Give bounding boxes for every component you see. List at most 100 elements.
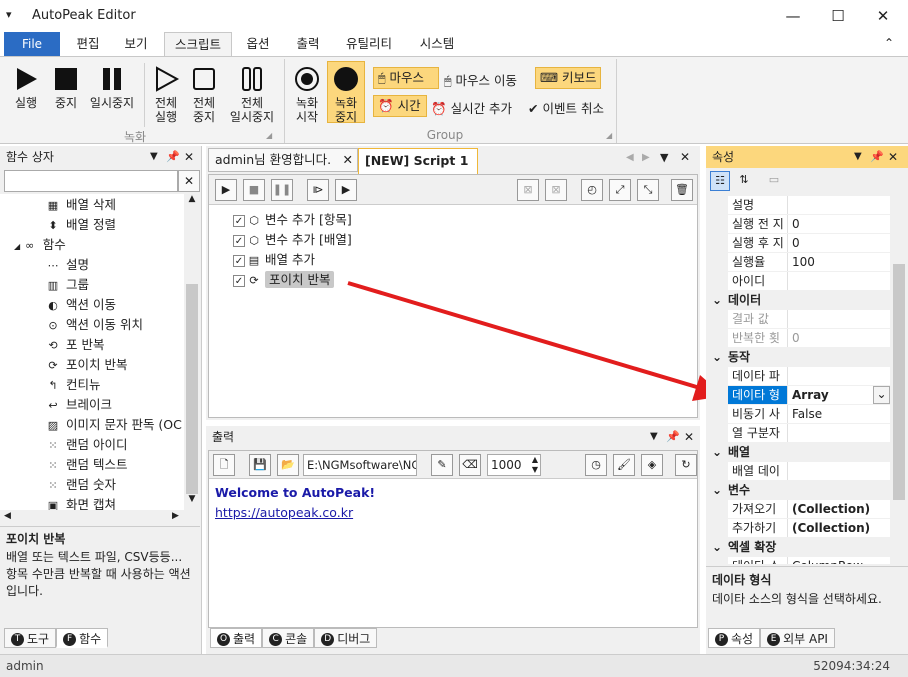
category-name: 동작 — [728, 350, 751, 364]
property-row[interactable]: 반복한 횟0 — [706, 329, 890, 348]
category-collapse-icon[interactable]: ⌄ — [706, 291, 728, 309]
status-bar: admin 52094:34:24 — [0, 654, 908, 677]
property-value[interactable]: (Collection) — [788, 519, 870, 537]
right-bottom-tabs: P 속성 E 외부 API — [708, 628, 835, 648]
property-grid: 설명 실행 전 지 0 실행 후 지 0 실행율 100 아이디 ⌄ 데이터 결과 값 반복한 횟 0 ⌄… — [706, 196, 890, 564]
property-value[interactable]: 100 — [788, 253, 815, 271]
properties-title: 속성 — [712, 150, 735, 164]
properties-tab-icon: P — [715, 633, 728, 646]
eraser-icon[interactable]: ⌫ — [459, 454, 481, 476]
property-category[interactable]: ⌄ 동작 — [706, 348, 890, 367]
property-category[interactable]: ⌄ 변수 — [706, 481, 890, 500]
category-name: 엑셀 확장 — [728, 540, 777, 554]
property-row[interactable]: 실행 후 지0 — [706, 234, 890, 253]
property-name: 실행율 — [728, 253, 788, 271]
property-row[interactable]: 데이타 파 — [706, 367, 890, 386]
property-name: 데이타 형 — [728, 386, 788, 404]
open-folder-icon[interactable]: 📂 — [277, 454, 299, 476]
property-description: 데이타 형식 데이타 소스의 형식을 선택하세요. — [706, 566, 908, 626]
property-value[interactable]: 0 — [788, 234, 800, 252]
property-category[interactable]: ⌄ 데이터 — [706, 291, 890, 310]
property-row[interactable]: 결과 값 — [706, 310, 890, 329]
property-value[interactable]: 0 — [788, 329, 800, 347]
alphabetical-icon[interactable]: ⇅ — [734, 171, 754, 191]
category-name: 데이터 — [728, 293, 762, 307]
properties-tab-label: 속성 — [731, 632, 754, 646]
property-scrollbar[interactable] — [890, 196, 908, 564]
close-panel-icon[interactable]: ✕ — [888, 146, 898, 168]
value-dropdown-icon[interactable]: ⌄ — [873, 386, 890, 404]
categorized-icon[interactable]: ☷ — [710, 171, 730, 191]
property-name: 데이타 소 — [728, 557, 788, 564]
property-name: 반복한 횟 — [728, 329, 788, 347]
output-body: 🗋 💾 📂 E:\NGMsoftware\NG ✎ ⌫ 1000 ▲ ▼ ◷ 🖌 ◈… — [208, 450, 698, 628]
dropdown-icon[interactable]: ▼ — [854, 146, 862, 168]
property-value[interactable]: False — [788, 405, 822, 423]
save-icon[interactable]: 💾 — [249, 454, 271, 476]
tab-output-log[interactable]: O 출력 — [210, 628, 263, 648]
properties-toolbar: ☷ ⇅ ▭ — [706, 168, 908, 194]
category-collapse-icon[interactable]: ⌄ — [706, 481, 728, 499]
property-row[interactable]: 실행율 100 — [706, 253, 890, 272]
tab-external-api[interactable]: E 외부 API — [760, 628, 835, 648]
property-value[interactable]: 0 — [788, 215, 800, 233]
property-row[interactable]: 데이타 형 Array ⌄ — [706, 386, 890, 405]
debug-tab-icon: D — [321, 633, 335, 646]
output-title: 출력 — [212, 430, 235, 444]
property-name: 비동기 사 — [728, 405, 788, 423]
property-row[interactable]: 추가하기 (Collection) — [706, 519, 890, 538]
output-toolbar: 🗋 💾 📂 E:\NGMsoftware\NG ✎ ⌫ 1000 ▲ ▼ ◷ 🖌 ◈… — [209, 451, 697, 479]
property-row[interactable]: 배열 데이 — [706, 462, 890, 481]
external-api-tab-icon: E — [767, 633, 781, 646]
new-log-icon[interactable]: 🗋 — [213, 454, 235, 476]
brush-icon[interactable]: 🖌 — [613, 454, 635, 476]
category-collapse-icon[interactable]: ⌄ — [706, 538, 728, 556]
path-field[interactable]: E:\NGMsoftware\NG — [303, 454, 417, 476]
output-tab-label: 출력 — [233, 632, 256, 646]
console-tab-label: 콘솔 — [285, 632, 308, 646]
property-value[interactable]: Array — [788, 386, 829, 404]
category-collapse-icon[interactable]: ⌄ — [706, 348, 728, 366]
property-row[interactable]: 설명 — [706, 196, 890, 215]
external-api-tab-label: 외부 API — [783, 632, 828, 646]
property-pages-icon[interactable]: ▭ — [764, 171, 784, 191]
property-name: 배열 데이 — [728, 462, 788, 480]
output-bottom-tabs: O 출력 C 콘솔 D 디버그 — [210, 628, 378, 648]
console-tab-icon: C — [269, 633, 283, 646]
close-panel-icon[interactable]: ✕ — [684, 426, 694, 448]
property-desc-text: 데이타 소스의 형식을 선택하세요. — [712, 592, 882, 606]
property-row[interactable]: 실행 전 지0 — [706, 215, 890, 234]
property-category[interactable]: ⌄ 엑셀 확장 — [706, 538, 890, 557]
property-name: 추가하기 — [728, 519, 788, 537]
tab-properties[interactable]: P 속성 — [708, 628, 761, 648]
delay-value: 1000 — [491, 458, 522, 472]
clock-icon[interactable]: ◷ — [585, 454, 607, 476]
property-value[interactable]: (Collection) — [788, 500, 870, 518]
property-category[interactable]: ⌄ 배열 — [706, 443, 890, 462]
properties-header: 속성 ▼ 📌 ✕ — [706, 146, 908, 168]
debug-tab-label: 디버그 — [337, 632, 371, 646]
property-row[interactable]: 데이타 소ColumnRow — [706, 557, 890, 564]
properties-panel: 속성 ▼ 📌 ✕ ☷ ⇅ ▭ 설명 실행 전 지 0 실행 후 지 0 실행율 100 아이디… — [706, 146, 908, 654]
property-desc-title: 데이타 형식 — [712, 573, 772, 587]
tab-console[interactable]: C 콘솔 — [262, 628, 315, 648]
property-value[interactable]: ColumnRow — [788, 557, 863, 564]
pin-icon[interactable]: 📌 — [666, 426, 680, 448]
category-collapse-icon[interactable]: ⌄ — [706, 443, 728, 461]
property-row[interactable]: 가져오기 (Collection) — [706, 500, 890, 519]
property-name: 가져오기 — [728, 500, 788, 518]
fill-icon[interactable]: ◈ — [641, 454, 663, 476]
property-row[interactable]: 열 구분자 — [706, 424, 890, 443]
website-link[interactable]: https://autopeak.co.kr — [215, 505, 353, 520]
pin-icon[interactable]: 📌 — [870, 146, 884, 168]
property-row[interactable]: 비동기 사 False — [706, 405, 890, 424]
property-name: 결과 값 — [728, 310, 788, 328]
clean-icon[interactable]: ✎ — [431, 454, 453, 476]
delay-stepper[interactable]: 1000 ▲ ▼ — [487, 454, 541, 476]
refresh-icon[interactable]: ↻ — [675, 454, 697, 476]
dropdown-icon[interactable]: ▼ — [650, 426, 658, 448]
category-name: 변수 — [728, 483, 751, 497]
property-name: 아이디 — [728, 272, 788, 290]
property-row[interactable]: 아이디 — [706, 272, 890, 291]
tab-debug[interactable]: D 디버그 — [314, 628, 378, 648]
